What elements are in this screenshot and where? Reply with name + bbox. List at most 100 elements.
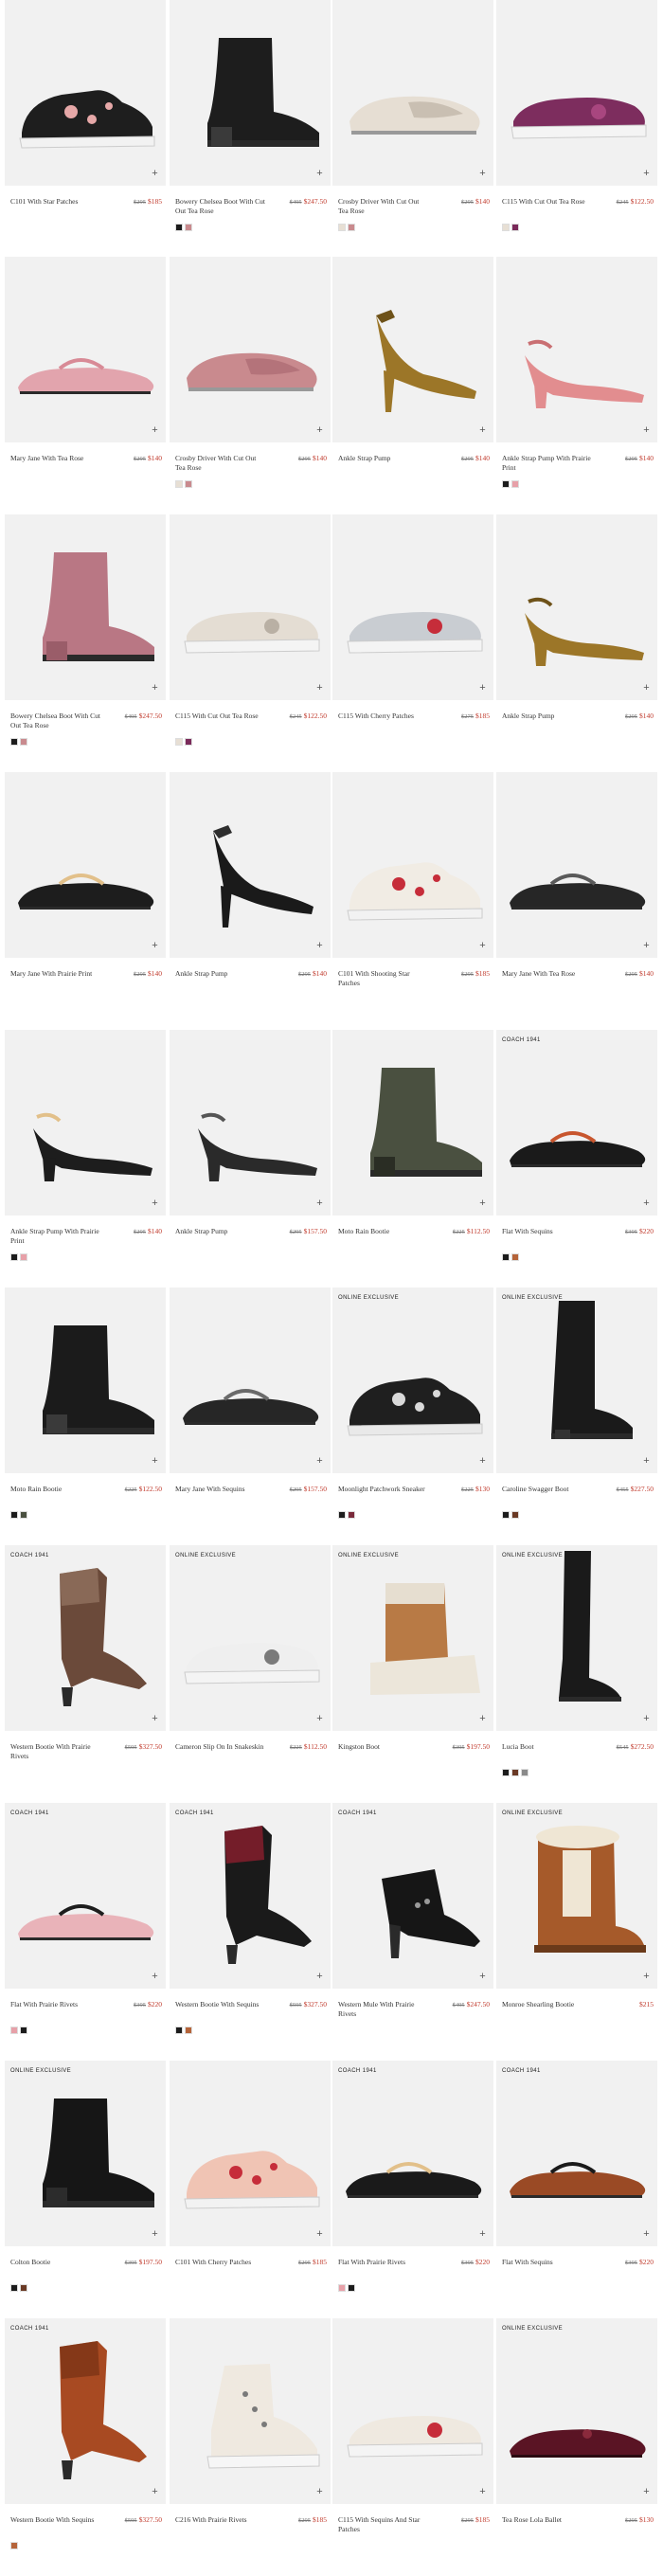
product-image[interactable]: ONLINE EXCLUSIVE + (496, 1803, 657, 1989)
product-name[interactable]: C101 With Star Patches (10, 197, 100, 207)
color-swatch[interactable] (338, 224, 346, 231)
quick-add-plus-icon[interactable]: + (642, 169, 651, 179)
product-image[interactable]: ONLINE EXCLUSIVE + (170, 1545, 331, 1731)
color-swatch[interactable] (502, 480, 510, 488)
product-image[interactable]: + (332, 2318, 493, 2504)
product-card[interactable]: ONLINE EXCLUSIVE + Monroe Shearling Bootie… (496, 1803, 657, 2061)
quick-add-plus-icon[interactable]: + (478, 425, 487, 436)
product-name[interactable]: Flat With Prairie Rivets (10, 2000, 100, 2009)
quick-add-plus-icon[interactable]: + (151, 683, 159, 694)
product-image[interactable]: + (5, 514, 166, 700)
product-card[interactable]: + Ankle Strap Pump $295 $140 (332, 257, 493, 514)
product-name[interactable]: Mary Jane With Tea Rose (502, 969, 592, 979)
color-swatch[interactable] (511, 1769, 519, 1776)
product-name[interactable]: Kingston Boot (338, 1742, 428, 1752)
product-card[interactable]: + C115 With Cut Out Tea Rose $245 $122.50 (170, 514, 331, 772)
product-image[interactable]: COACH 1941 + (170, 1803, 331, 1989)
product-image[interactable]: + (5, 1030, 166, 1216)
color-swatch[interactable] (175, 2027, 183, 2034)
quick-add-plus-icon[interactable]: + (315, 1972, 324, 1982)
quick-add-plus-icon[interactable]: + (315, 169, 324, 179)
color-swatch[interactable] (521, 1769, 529, 1776)
color-swatch[interactable] (185, 738, 192, 746)
color-swatch[interactable] (511, 1511, 519, 1519)
product-card[interactable]: COACH 1941 + Western Mule With Prairie Riv… (332, 1803, 493, 2061)
quick-add-plus-icon[interactable]: + (642, 1456, 651, 1467)
product-card[interactable]: + Ankle Strap Pump $295 $157.50 (170, 1030, 331, 1288)
product-card[interactable]: + C101 With Shooting Star Patches $295 $185 (332, 772, 493, 1030)
product-card[interactable]: + C115 With Cut Out Tea Rose $245 $122.50 (496, 0, 657, 258)
product-image[interactable]: + (170, 2061, 331, 2246)
product-name[interactable]: Western Bootie With Prairie Rivets (10, 1742, 100, 1761)
product-image[interactable]: + (496, 772, 657, 958)
product-name[interactable]: Caroline Swagger Boot (502, 1485, 592, 1494)
product-name[interactable]: Moto Rain Bootie (338, 1227, 428, 1236)
product-image[interactable]: + (170, 772, 331, 958)
quick-add-plus-icon[interactable]: + (478, 2487, 487, 2497)
product-card[interactable]: COACH 1941 + Western Bootie With Sequins $5… (5, 2318, 166, 2576)
quick-add-plus-icon[interactable]: + (642, 683, 651, 694)
product-name[interactable]: Western Bootie With Sequins (10, 2515, 100, 2525)
quick-add-plus-icon[interactable]: + (315, 425, 324, 436)
color-swatch[interactable] (20, 2284, 27, 2292)
product-name[interactable]: C115 With Cherry Patches (338, 712, 428, 721)
color-swatch[interactable] (185, 224, 192, 231)
product-image[interactable]: ONLINE EXCLUSIVE + (5, 2061, 166, 2246)
product-card[interactable]: + Mary Jane With Prairie Print $295 $140 (5, 772, 166, 1030)
product-name[interactable]: Lucia Boot (502, 1742, 592, 1752)
color-swatch[interactable] (10, 2027, 18, 2034)
product-image[interactable]: + (496, 257, 657, 442)
product-name[interactable]: Western Mule With Prairie Rivets (338, 2000, 428, 2019)
quick-add-plus-icon[interactable]: + (478, 1198, 487, 1209)
product-card[interactable]: + Ankle Strap Pump With Prairie Print $295… (5, 1030, 166, 1288)
product-name[interactable]: Flat With Sequins (502, 2258, 592, 2267)
color-swatch[interactable] (175, 480, 183, 488)
color-swatch[interactable] (185, 480, 192, 488)
product-name[interactable]: C115 With Cut Out Tea Rose (502, 197, 592, 207)
product-image[interactable]: ONLINE EXCLUSIVE + (496, 1545, 657, 1731)
quick-add-plus-icon[interactable]: + (478, 1456, 487, 1467)
color-swatch[interactable] (10, 1511, 18, 1519)
quick-add-plus-icon[interactable]: + (151, 169, 159, 179)
product-card[interactable]: + Crosby Driver With Cut Out Tea Rose $295… (332, 0, 493, 258)
quick-add-plus-icon[interactable]: + (642, 941, 651, 951)
color-swatch[interactable] (502, 224, 510, 231)
product-image[interactable]: + (5, 772, 166, 958)
product-image[interactable]: COACH 1941 + (5, 1545, 166, 1731)
product-name[interactable]: C216 With Prairie Rivets (175, 2515, 265, 2525)
product-image[interactable]: + (496, 0, 657, 186)
product-name[interactable]: C115 With Cut Out Tea Rose (175, 712, 265, 721)
product-image[interactable]: ONLINE EXCLUSIVE + (496, 1288, 657, 1473)
product-card[interactable]: ONLINE EXCLUSIVE + Colton Bootie $395 $197.5… (5, 2061, 166, 2318)
quick-add-plus-icon[interactable]: + (315, 683, 324, 694)
product-card[interactable]: + C101 With Cherry Patches $295 $185 (170, 2061, 331, 2318)
product-card[interactable]: COACH 1941 + Flat With Sequins $395 $220 (496, 2061, 657, 2318)
product-card[interactable]: COACH 1941 + Flat With Prairie Rivets $395 $… (332, 2061, 493, 2318)
quick-add-plus-icon[interactable]: + (642, 2487, 651, 2497)
quick-add-plus-icon[interactable]: + (642, 425, 651, 436)
product-name[interactable]: Flat With Prairie Rivets (338, 2258, 428, 2267)
color-swatch[interactable] (511, 224, 519, 231)
quick-add-plus-icon[interactable]: + (478, 2229, 487, 2240)
product-image[interactable]: + (332, 1030, 493, 1216)
color-swatch[interactable] (10, 738, 18, 746)
product-card[interactable]: + C115 With Cherry Patches $275 $185 (332, 514, 493, 772)
product-card[interactable]: COACH 1941 + Western Bootie With Prairie R… (5, 1545, 166, 1803)
product-name[interactable]: Ankle Strap Pump (338, 454, 428, 463)
product-card[interactable]: ONLINE EXCLUSIVE + Cameron Slip On In Snak… (170, 1545, 331, 1803)
color-swatch[interactable] (502, 1769, 510, 1776)
color-swatch[interactable] (175, 738, 183, 746)
product-card[interactable]: + C216 With Prairie Rivets $295 $185 (170, 2318, 331, 2576)
quick-add-plus-icon[interactable]: + (478, 941, 487, 951)
color-swatch[interactable] (348, 1511, 355, 1519)
product-card[interactable]: COACH 1941 + Flat With Prairie Rivets $395 $… (5, 1803, 166, 2061)
product-name[interactable]: Western Bootie With Sequins (175, 2000, 265, 2009)
product-name[interactable]: Cameron Slip On In Snakeskin (175, 1742, 265, 1752)
product-card[interactable]: ONLINE EXCLUSIVE + Moonlight Patchwork Sne… (332, 1288, 493, 1545)
color-swatch[interactable] (502, 1511, 510, 1519)
product-card[interactable]: + Bowery Chelsea Boot With Cut Out Tea Ro… (170, 0, 331, 258)
color-swatch[interactable] (502, 1253, 510, 1261)
color-swatch[interactable] (185, 2027, 192, 2034)
product-image[interactable]: ONLINE EXCLUSIVE + (332, 1288, 493, 1473)
color-swatch[interactable] (20, 1253, 27, 1261)
